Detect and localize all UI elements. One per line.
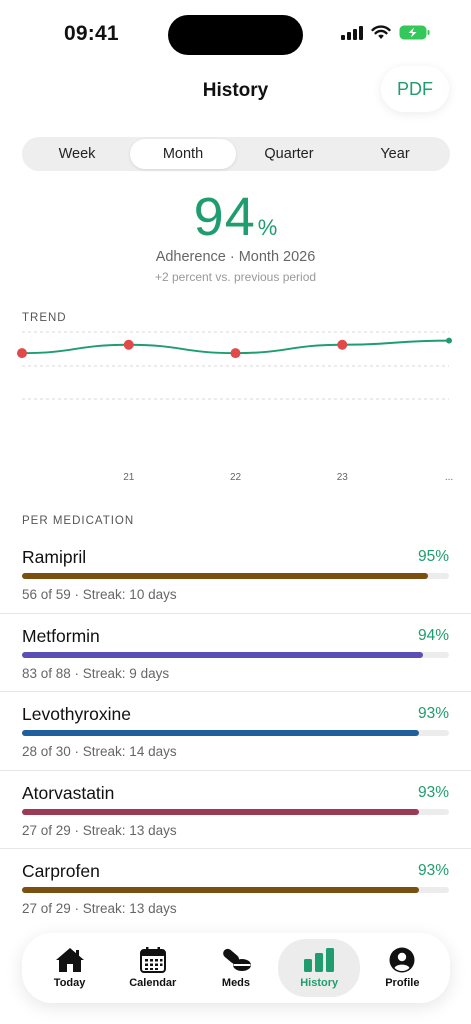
range-tab-year[interactable]: Year [342, 139, 448, 169]
person-icon [389, 947, 415, 973]
status-bar: 09:41 [0, 0, 471, 70]
tab-profile-label: Profile [385, 977, 420, 989]
tab-meds-label: Meds [221, 977, 251, 989]
trend-section-label: TREND [22, 312, 67, 324]
medication-progress-track [22, 573, 449, 579]
adherence-comparison: +2 percent vs. previous period [154, 270, 317, 284]
tab-history-label: History [300, 977, 339, 989]
medication-progress-fill [22, 651, 424, 658]
home-icon [55, 948, 84, 972]
status-icons [341, 24, 431, 40]
medication-progress-fill [22, 808, 420, 815]
medication-percent: 94% [417, 626, 449, 644]
medication-list: Ramipril 95% 56 of 59 · Streak: 10 days Met… [0, 535, 471, 928]
tab-calendar-label: Calendar [129, 977, 177, 989]
medication-name: Carprofen [22, 861, 100, 881]
range-tab-quarter[interactable]: Quarter [236, 139, 342, 169]
tab-profile[interactable]: Profile [361, 939, 443, 997]
trend-point[interactable] [230, 348, 241, 359]
medication-row[interactable]: Atorvastatin 93% 27 of 29 · Streak: 13 day… [0, 771, 471, 849]
medication-row[interactable]: Levothyroxine 93% 28 of 30 · Streak: 14 da… [0, 692, 471, 771]
range-segmented-control: Week Month Quarter Year [22, 137, 450, 171]
tab-history[interactable]: History [278, 939, 361, 997]
tab-bar: Today Calendar Meds History Profile [22, 933, 450, 1003]
trend-x-tick: 23 [337, 472, 349, 483]
adherence-unit: % [257, 215, 278, 240]
cellular-signal-icon [341, 24, 363, 40]
tab-today-label: Today [53, 977, 86, 989]
medication-progress-track [22, 808, 449, 815]
medication-progress-track [22, 730, 449, 736]
medication-percent: 93% [417, 862, 449, 879]
medication-row[interactable]: Metformin 94% 83 of 88 · Streak: 9 days [0, 614, 471, 692]
medication-detail: 27 of 29 · Streak: 13 days [22, 822, 177, 838]
tab-calendar[interactable]: Calendar [112, 939, 194, 997]
range-tab-week[interactable]: Week [24, 139, 130, 169]
medication-name: Levothyroxine [22, 704, 131, 724]
medication-detail: 56 of 59 · Streak: 10 days [22, 587, 177, 602]
header: History PDF [0, 66, 471, 114]
trend-point[interactable] [446, 337, 452, 344]
tab-meds[interactable]: Meds [195, 939, 277, 997]
medication-progress-fill [22, 730, 420, 736]
medication-detail: 28 of 30 · Streak: 14 days [22, 744, 177, 759]
adherence-value: 94% [0, 186, 471, 248]
status-time: 09:41 [64, 22, 119, 45]
medication-progress-track [22, 887, 449, 893]
trend-point[interactable] [123, 339, 134, 350]
medication-name: Metformin [22, 625, 100, 646]
medication-percent: 93% [417, 783, 449, 801]
medication-row[interactable]: Ramipril 95% 56 of 59 · Streak: 10 days [0, 535, 471, 614]
trend-x-tick: 22 [230, 472, 242, 483]
medication-progress-fill [22, 887, 420, 893]
trend-point[interactable] [337, 339, 348, 350]
adherence-label: Adherence · Month 2026 [155, 249, 316, 265]
medication-detail: 27 of 29 · Streak: 13 days [22, 901, 177, 916]
adherence-number: 94 [193, 187, 256, 247]
tab-today[interactable]: Today [29, 939, 111, 997]
medication-row[interactable]: Carprofen 93% 27 of 29 · Streak: 13 days [0, 849, 471, 928]
wifi-icon [371, 24, 391, 39]
calendar-icon [139, 947, 166, 973]
medication-progress-track [22, 651, 449, 658]
dynamic-island [168, 15, 303, 55]
medication-percent: 93% [417, 705, 449, 722]
trend-x-tick: ... [445, 472, 453, 483]
battery-charging-icon [399, 25, 430, 39]
per-medication-label: PER MEDICATION [22, 515, 135, 527]
range-tab-month[interactable]: Month [130, 139, 236, 169]
medication-progress-fill [22, 573, 428, 579]
medication-detail: 83 of 88 · Streak: 9 days [22, 665, 170, 681]
trend-chart: 21 22 23... [17, 331, 453, 483]
medication-name: Ramipril [22, 547, 87, 567]
trend-x-tick: 21 [123, 472, 135, 483]
trend-point[interactable] [17, 348, 27, 359]
pills-icon [223, 948, 251, 971]
bar-chart-icon [304, 948, 335, 972]
medication-percent: 95% [417, 548, 449, 565]
export-pdf-button[interactable]: PDF [381, 66, 449, 112]
medication-name: Atorvastatin [22, 782, 115, 803]
